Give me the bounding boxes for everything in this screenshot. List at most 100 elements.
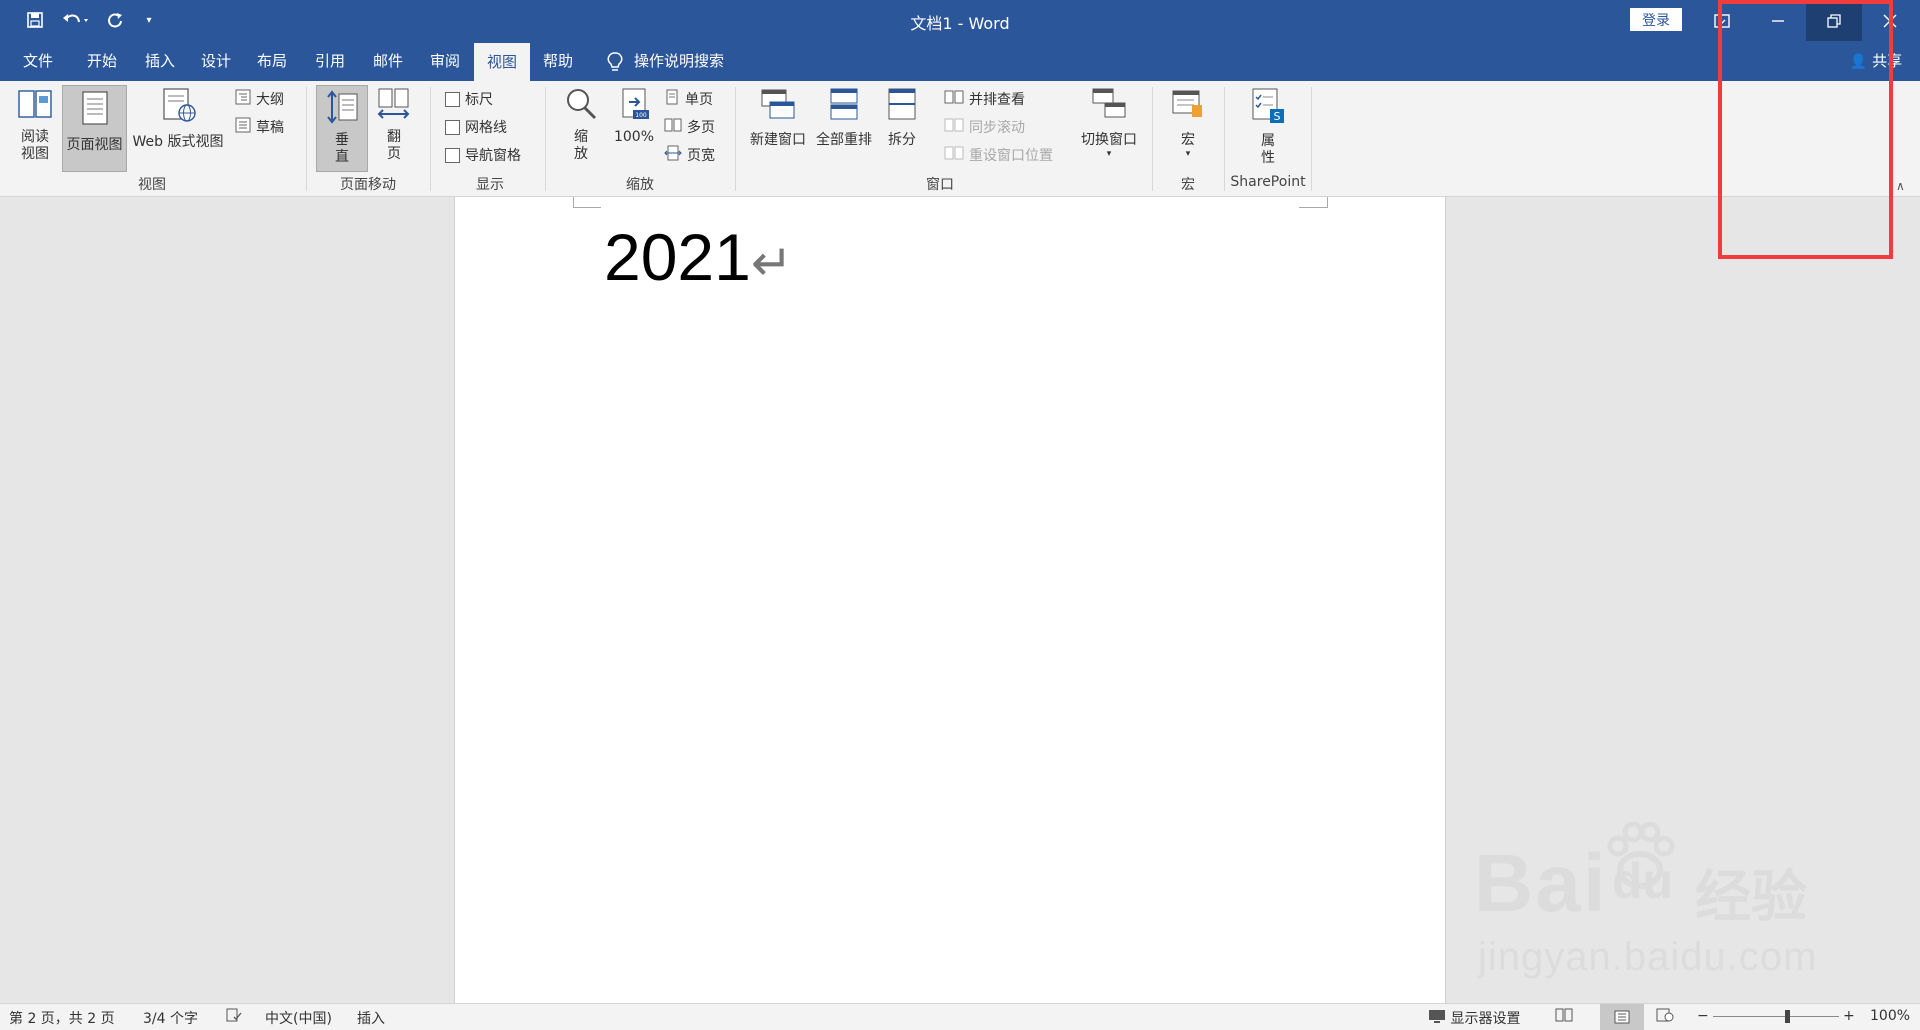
margin-corner-mark [1299,207,1327,208]
proofing-icon[interactable] [226,1008,242,1026]
read-mode-label: 阅读 视图 [21,129,49,162]
reset-position-button[interactable]: 重设窗口位置 [944,145,1053,165]
side-by-side-button[interactable]: 并排查看 [944,89,1025,109]
display-settings-label: 显示器设置 [1450,1011,1521,1027]
side-to-side-icon [372,87,416,125]
tab-insert[interactable]: 插入 [132,41,188,81]
nav-pane-label: 导航窗格 [465,148,521,164]
web-layout-label: Web 版式视图 [132,134,224,150]
display-settings-button[interactable]: 显示器设置 [1428,1008,1520,1028]
tab-file[interactable]: 文件 [10,41,66,81]
print-layout-label: 页面视图 [66,137,123,153]
arrange-all-button[interactable]: 全部重排 [812,87,876,167]
zoom-slider-thumb[interactable] [1785,1010,1791,1023]
collapse-ribbon-icon[interactable]: ∧ [1896,179,1905,193]
zoom-slider[interactable] [1713,1010,1839,1023]
tab-home[interactable]: 开始 [74,41,130,81]
gridlines-checkbox[interactable]: 网格线 [445,117,507,137]
print-layout-button[interactable]: 页面视图 [62,85,127,172]
word-count[interactable]: 3/4 个字 [143,1008,198,1028]
multiple-pages-button[interactable]: 多页 [664,117,715,137]
vertical-scroll-icon [317,90,367,128]
read-mode-view-icon[interactable] [1555,1008,1573,1026]
draft-label: 草稿 [256,120,284,136]
properties-icon: S [1240,87,1296,129]
sync-scroll-icon [944,117,964,137]
nav-pane-checkbox[interactable]: 导航窗格 [445,145,521,165]
tab-help[interactable]: 帮助 [530,41,586,81]
multiple-pages-icon [664,117,682,137]
watermark-jingyan: 经验 [1695,865,1807,928]
document-text[interactable]: 2021↵ [604,219,793,295]
zoom-button[interactable]: 缩 放 [558,87,604,167]
sync-scroll-button[interactable]: 同步滚动 [944,117,1025,137]
margin-corner-mark [573,207,601,208]
side-to-side-button[interactable]: 翻 页 [372,87,416,167]
zoom-group-label: 缩放 [626,177,654,193]
monitor-icon [1428,1010,1446,1027]
web-layout-button[interactable]: Web 版式视图 [128,87,228,167]
insert-mode-indicator[interactable]: 插入 [357,1008,385,1028]
print-layout-view-icon[interactable] [1600,1004,1644,1030]
language-indicator[interactable]: 中文(中国) [265,1008,332,1028]
zoom-percentage[interactable]: 100% [1870,1008,1910,1024]
page-width-button[interactable]: 页宽 [664,145,715,165]
macros-icon [1162,87,1214,125]
show-group-label: 显示 [476,177,504,193]
watermark-url: jingyan.baidu.com [1478,935,1818,979]
read-mode-button[interactable]: 阅读 视图 [8,87,62,167]
switch-windows-button[interactable]: 切换窗口 ▾ [1076,87,1142,172]
side-to-side-label: 翻 页 [387,129,401,162]
highlight-box [1718,0,1893,259]
zoom-100-icon: 100 [610,87,658,125]
tab-view[interactable]: 视图 [474,43,530,81]
status-bar: 第 2 页，共 2 页 3/4 个字 中文(中国) 插入 显示器设置 − + 1… [0,1003,1920,1030]
page-width-label: 页宽 [687,148,715,164]
web-layout-view-icon[interactable] [1656,1008,1674,1026]
vertical-button[interactable]: 垂 直 [316,85,368,172]
svg-text:S: S [1274,110,1281,123]
ruler-label: 标尺 [465,92,493,108]
tab-layout[interactable]: 布局 [244,41,300,81]
dropdown-arrow-icon: ▾ [1185,149,1191,159]
vertical-label: 垂 直 [335,132,349,165]
switch-windows-icon [1076,87,1142,125]
group-separator [545,87,546,191]
split-label: 拆分 [888,132,916,148]
group-separator [1152,87,1153,191]
zoom-out-button[interactable]: − [1697,1008,1709,1024]
switch-windows-label: 切换窗口 [1081,132,1137,148]
ribbon-view: 阅读 视图 页面视图 Web 版式视图 大纲 草稿 视图 垂 直 翻 页 页面移… [0,81,1920,197]
ruler-checkbox-box[interactable] [445,91,460,107]
one-page-button[interactable]: 单页 [664,89,713,109]
login-button[interactable]: 登录 [1630,8,1682,31]
document-page[interactable]: 2021↵ [454,197,1446,1003]
gridlines-label: 网格线 [465,120,507,136]
web-layout-icon [128,87,228,127]
outline-button[interactable]: 大纲 [235,89,284,109]
properties-button[interactable]: S 属 性 [1240,87,1296,172]
properties-label: 属 性 [1261,133,1275,166]
tab-design[interactable]: 设计 [188,41,244,81]
macros-group-label: 宏 [1181,177,1195,193]
print-layout-icon [63,90,126,130]
zoom-in-button[interactable]: + [1843,1008,1855,1024]
macros-label: 宏 [1181,132,1195,148]
arrange-all-label: 全部重排 [816,132,872,148]
tab-references[interactable]: 引用 [302,41,358,81]
ruler-checkbox[interactable]: 标尺 [445,89,493,109]
page-width-icon [664,145,682,165]
tab-mailings[interactable]: 邮件 [360,41,416,81]
page-count[interactable]: 第 2 页，共 2 页 [9,1008,115,1028]
nav-pane-checkbox-box[interactable] [445,147,460,163]
gridlines-checkbox-box[interactable] [445,119,460,135]
group-separator [306,87,307,191]
tell-me-search[interactable]: 操作说明搜索 [634,41,734,81]
sharepoint-group-label: SharePoint [1230,174,1306,190]
split-button[interactable]: 拆分 [878,87,926,167]
draft-button[interactable]: 草稿 [235,117,284,137]
tab-review[interactable]: 审阅 [417,41,473,81]
new-window-button[interactable]: 新建窗口 [746,87,810,167]
macros-button[interactable]: 宏 ▾ [1162,87,1214,172]
zoom-100-button[interactable]: 100 100% [610,87,658,167]
